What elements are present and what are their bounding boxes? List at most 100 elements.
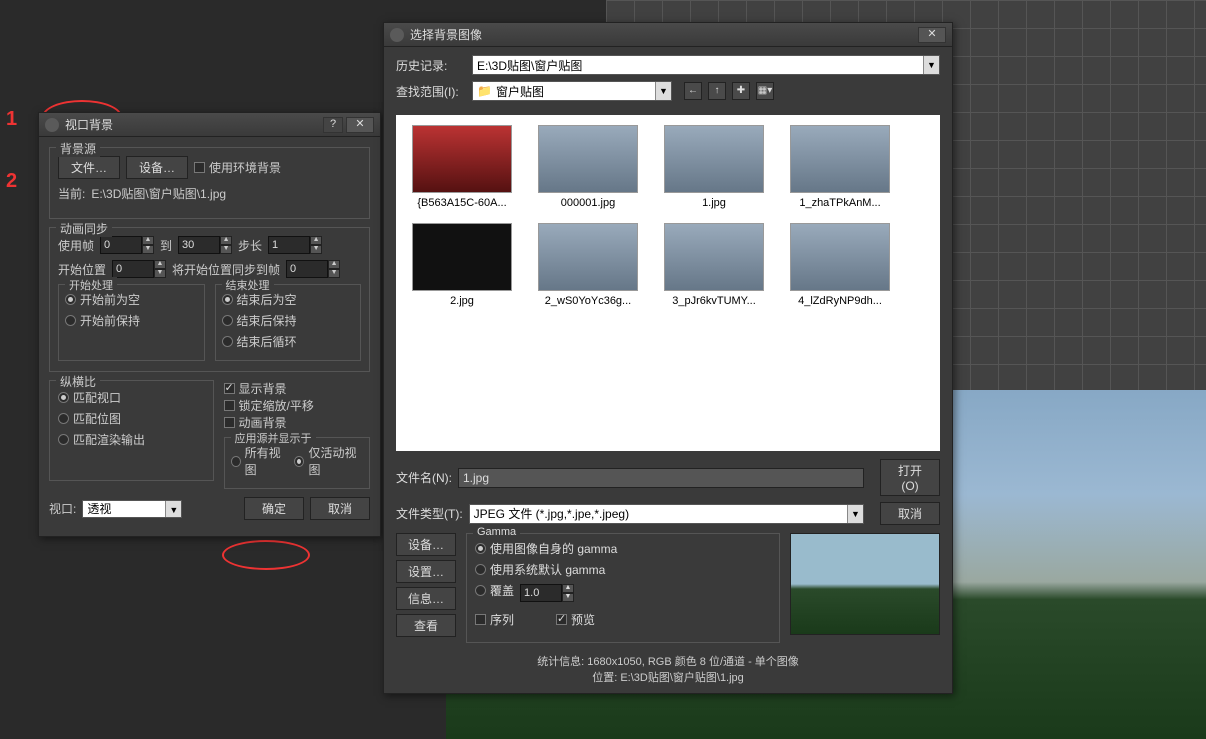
- file-list[interactable]: {B563A15C-60A... 000001.jpg 1.jpg 1_zhaTPkA…: [396, 115, 940, 451]
- annotation-circle-ok: [222, 540, 310, 570]
- close-button[interactable]: ✕: [346, 117, 374, 133]
- apply-source-group: 应用源并显示于 所有视图 仅活动视图: [224, 437, 371, 489]
- start-hold-radio[interactable]: 开始前保持: [65, 312, 140, 329]
- vbg-titlebar[interactable]: 视口背景 ? ✕: [39, 113, 380, 137]
- thumb-image: [790, 223, 890, 291]
- close-button[interactable]: ✕: [918, 27, 946, 43]
- view-menu-icon[interactable]: ▦▾: [756, 82, 774, 100]
- stats-line: 统计信息: 1680x1050, RGB 颜色 8 位/通道 - 单个图像: [396, 653, 940, 669]
- device-button[interactable]: 设备…: [396, 533, 456, 556]
- thumb-caption: 1_zhaTPkAnM...: [784, 197, 896, 209]
- thumb-image: [664, 223, 764, 291]
- match-viewport-radio[interactable]: 匹配视口: [58, 389, 121, 406]
- thumb-caption: 2.jpg: [406, 295, 518, 307]
- open-button[interactable]: 打开(O): [880, 459, 940, 496]
- file-thumb[interactable]: 4_lZdRyNP9dh...: [784, 223, 896, 307]
- file-button[interactable]: 文件…: [58, 156, 120, 179]
- start-pos-spinner[interactable]: ▲▼: [112, 260, 166, 278]
- app-icon: [390, 28, 404, 42]
- view-button[interactable]: 查看: [396, 614, 456, 637]
- thumb-image: [412, 125, 512, 193]
- end-loop-radio[interactable]: 结束后循环: [222, 333, 297, 350]
- background-source-group: 背景源 文件… 设备… 使用环境背景 当前: E:\3D贴图\窗户贴图\1.jp…: [49, 147, 370, 219]
- help-button[interactable]: ?: [323, 117, 343, 133]
- ok-button[interactable]: 确定: [244, 497, 304, 520]
- sync-spinner[interactable]: ▲▼: [286, 260, 340, 278]
- gamma-group: Gamma 使用图像自身的 gamma 使用系统默认 gamma 覆盖 ▲▼ 序…: [466, 533, 780, 643]
- all-views-radio[interactable]: 所有视图: [231, 444, 289, 478]
- viewport-combo[interactable]: 透视▼: [82, 500, 182, 518]
- start-pos-label: 开始位置: [58, 261, 106, 278]
- file-thumb[interactable]: 1_zhaTPkAnM...: [784, 125, 896, 209]
- preview-checkbox[interactable]: 预览: [556, 611, 595, 628]
- step-spinner[interactable]: ▲▼: [268, 236, 322, 254]
- gamma-sys-radio[interactable]: 使用系统默认 gamma: [475, 561, 605, 578]
- current-label: 当前:: [58, 185, 85, 202]
- file-thumb[interactable]: {B563A15C-60A...: [406, 125, 518, 209]
- gamma-override-radio[interactable]: 覆盖: [475, 582, 514, 599]
- file-thumb[interactable]: 3_pJr6kvTUMY...: [658, 223, 770, 307]
- anim-sync-group: 动画同步 使用帧 ▲▼ 到 ▲▼ 步长 ▲▼ 开始位置 ▲▼ 将开始位置同步到帧…: [49, 227, 370, 372]
- aspect-legend: 纵横比: [56, 373, 100, 390]
- current-path: E:\3D贴图\窗户贴图\1.jpg: [91, 185, 226, 202]
- history-label: 历史记录:: [396, 57, 466, 74]
- back-icon[interactable]: ←: [684, 82, 702, 100]
- aspect-group: 纵横比 匹配视口 匹配位图 匹配渲染输出: [49, 380, 214, 481]
- file-thumb[interactable]: 1.jpg: [658, 125, 770, 209]
- match-render-radio[interactable]: 匹配渲染输出: [58, 431, 145, 448]
- file-thumb[interactable]: 2_wS0YoYc36g...: [532, 223, 644, 307]
- setup-button[interactable]: 设置…: [396, 560, 456, 583]
- thumb-caption: 000001.jpg: [532, 197, 644, 209]
- gamma-override-spinner[interactable]: ▲▼: [520, 584, 574, 602]
- show-bg-checkbox[interactable]: 显示背景: [224, 380, 287, 397]
- to-spinner[interactable]: ▲▼: [178, 236, 232, 254]
- use-env-checkbox[interactable]: 使用环境背景: [194, 159, 281, 176]
- lookin-combo[interactable]: 📁 窗户贴图▼: [472, 81, 672, 101]
- sequence-checkbox[interactable]: 序列: [475, 611, 514, 628]
- up-icon[interactable]: ↑: [708, 82, 726, 100]
- step-label: 步长: [238, 237, 262, 254]
- thumb-caption: 1.jpg: [658, 197, 770, 209]
- info-button[interactable]: 信息…: [396, 587, 456, 610]
- lock-zoom-checkbox[interactable]: 锁定缩放/平移: [224, 397, 314, 414]
- thumb-image: [412, 223, 512, 291]
- folder-icon: 📁: [477, 84, 492, 98]
- file-thumb[interactable]: 000001.jpg: [532, 125, 644, 209]
- cancel-button[interactable]: 取消: [880, 502, 940, 525]
- file-thumb[interactable]: 2.jpg: [406, 223, 518, 307]
- file-chooser-dialog: 选择背景图像 ✕ 历史记录: E:\3D贴图\窗户贴图▼ 查找范围(I): 📁 …: [383, 22, 953, 694]
- thumb-caption: 3_pJr6kvTUMY...: [658, 295, 770, 307]
- new-folder-icon[interactable]: ✚: [732, 82, 750, 100]
- filetype-combo[interactable]: JPEG 文件 (*.jpg,*.jpe,*.jpeg)▼: [469, 504, 864, 524]
- end-proc-group: 结束处理 结束后为空 结束后保持 结束后循环: [215, 284, 362, 361]
- apply-legend: 应用源并显示于: [231, 430, 316, 446]
- location-line: 位置: E:\3D贴图\窗户贴图\1.jpg: [396, 669, 940, 685]
- history-combo[interactable]: E:\3D贴图\窗户贴图▼: [472, 55, 940, 75]
- filetype-label: 文件类型(T):: [396, 505, 463, 522]
- active-view-radio[interactable]: 仅活动视图: [294, 444, 363, 478]
- fch-title: 选择背景图像: [410, 26, 482, 43]
- match-bitmap-radio[interactable]: 匹配位图: [58, 410, 121, 427]
- gamma-own-radio[interactable]: 使用图像自身的 gamma: [475, 540, 617, 557]
- use-frame-spinner[interactable]: ▲▼: [100, 236, 154, 254]
- viewport-label: 视口:: [49, 500, 76, 517]
- thumb-caption: {B563A15C-60A...: [406, 197, 518, 209]
- use-env-label: 使用环境背景: [209, 159, 281, 176]
- filename-label: 文件名(N):: [396, 469, 452, 486]
- lookin-label: 查找范围(I):: [396, 83, 466, 100]
- fch-titlebar[interactable]: 选择背景图像 ✕: [384, 23, 952, 47]
- filename-input[interactable]: [458, 468, 864, 488]
- gamma-legend: Gamma: [473, 526, 520, 538]
- end-blank-radio[interactable]: 结束后为空: [222, 291, 297, 308]
- anim-bg-checkbox[interactable]: 动画背景: [224, 414, 287, 431]
- thumb-image: [538, 223, 638, 291]
- start-proc-legend: 开始处理: [65, 277, 117, 293]
- device-button[interactable]: 设备…: [126, 156, 188, 179]
- end-hold-radio[interactable]: 结束后保持: [222, 312, 297, 329]
- thumb-caption: 4_lZdRyNP9dh...: [784, 295, 896, 307]
- cancel-button[interactable]: 取消: [310, 497, 370, 520]
- annotation-2: 2: [6, 170, 17, 193]
- viewport-background-dialog: 视口背景 ? ✕ 背景源 文件… 设备… 使用环境背景 当前: E:\3D贴图\…: [38, 112, 381, 537]
- use-frame-label: 使用帧: [58, 237, 94, 254]
- start-blank-radio[interactable]: 开始前为空: [65, 291, 140, 308]
